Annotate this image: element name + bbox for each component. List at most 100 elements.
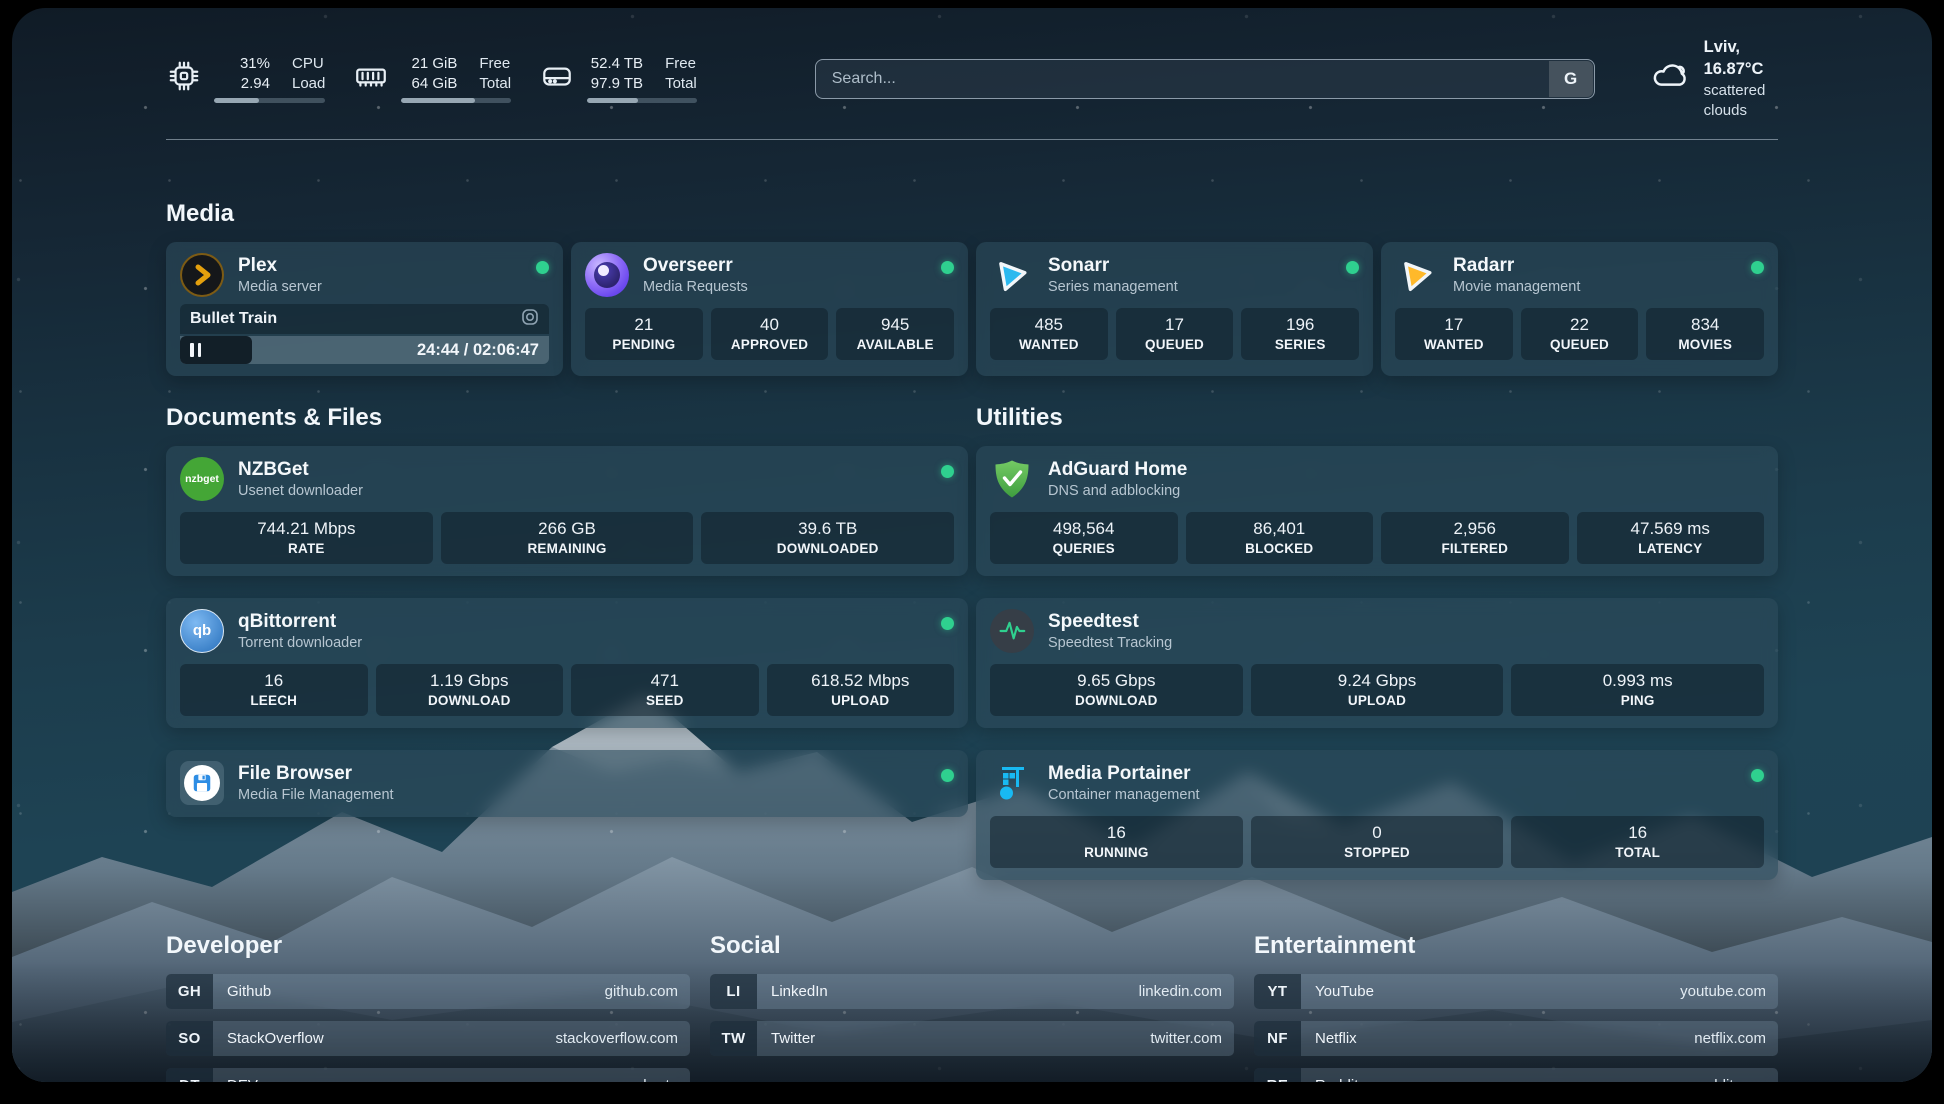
app-subtitle: Movie management bbox=[1453, 278, 1580, 296]
section-title-documents: Documents & Files bbox=[166, 404, 968, 432]
app-subtitle: Container management bbox=[1048, 786, 1200, 804]
app-subtitle: DNS and adblocking bbox=[1048, 482, 1187, 500]
section-title-entertainment: Entertainment bbox=[1254, 932, 1778, 960]
link-stackoverflow[interactable]: SO StackOverflow stackoverflow.com bbox=[166, 1021, 690, 1056]
stat-box: 9.65 GbpsDOWNLOAD bbox=[990, 664, 1243, 716]
disk-progress-bar bbox=[587, 98, 697, 103]
cpu-icon bbox=[166, 58, 202, 99]
link-badge: TW bbox=[710, 1021, 757, 1056]
app-card-plex[interactable]: Plex Media server Bullet Train bbox=[166, 242, 563, 376]
ram-progress-bar bbox=[401, 98, 511, 103]
app-card-overseerr[interactable]: Overseerr Media Requests 21PENDING 40APP… bbox=[571, 242, 968, 376]
search-bar: G bbox=[815, 59, 1595, 99]
weather-condition: scattered clouds bbox=[1704, 81, 1778, 122]
app-subtitle: Speedtest Tracking bbox=[1048, 634, 1172, 652]
link-youtube[interactable]: YT YouTube youtube.com bbox=[1254, 974, 1778, 1009]
playback-time: 24:44 / 02:06:47 bbox=[417, 336, 539, 364]
link-badge: GH bbox=[166, 974, 213, 1009]
link-reddit[interactable]: RE Reddit reddit.com bbox=[1254, 1068, 1778, 1082]
stat-box: 498,564QUERIES bbox=[990, 512, 1178, 564]
now-playing-row: Bullet Train bbox=[180, 304, 549, 334]
speedtest-icon bbox=[990, 609, 1034, 653]
link-linkedin[interactable]: LI LinkedIn linkedin.com bbox=[710, 974, 1234, 1009]
link-netflix[interactable]: NF Netflix netflix.com bbox=[1254, 1021, 1778, 1056]
app-card-sonarr[interactable]: Sonarr Series management 485WANTED 17QUE… bbox=[976, 242, 1373, 376]
stat-box: 17WANTED bbox=[1395, 308, 1513, 360]
cpu-metric: 31% 2.94 CPU Load bbox=[166, 54, 325, 103]
ram-total-value: 64 GiB bbox=[401, 74, 457, 94]
section-title-utilities: Utilities bbox=[976, 404, 1778, 432]
dashboard-window: 31% 2.94 CPU Load bbox=[12, 8, 1932, 1082]
playback-progress-bar: 24:44 / 02:06:47 bbox=[180, 336, 549, 364]
app-subtitle: Media File Management bbox=[238, 786, 394, 804]
link-badge: NF bbox=[1254, 1021, 1301, 1056]
cloud-icon bbox=[1649, 55, 1691, 102]
cpu-progress-bar bbox=[214, 98, 325, 103]
stat-box: 471SEED bbox=[571, 664, 759, 716]
app-card-portainer[interactable]: Media Portainer Container management 16R… bbox=[976, 750, 1778, 880]
app-card-speedtest[interactable]: Speedtest Speedtest Tracking 9.65 GbpsDO… bbox=[976, 598, 1778, 728]
stat-box: 266 GBREMAINING bbox=[441, 512, 694, 564]
app-name: Radarr bbox=[1453, 254, 1580, 278]
stat-box: 0STOPPED bbox=[1251, 816, 1504, 868]
stat-box: 196SERIES bbox=[1241, 308, 1359, 360]
plex-icon bbox=[180, 253, 224, 297]
app-name: Plex bbox=[238, 254, 322, 278]
stat-box: 834MOVIES bbox=[1646, 308, 1764, 360]
app-name: Overseerr bbox=[643, 254, 748, 278]
app-card-qbittorrent[interactable]: qb qBittorrent Torrent downloader 16LEEC… bbox=[166, 598, 968, 728]
link-github[interactable]: GH Github github.com bbox=[166, 974, 690, 1009]
stat-box: 86,401BLOCKED bbox=[1186, 512, 1374, 564]
pause-button[interactable] bbox=[190, 343, 204, 357]
stat-box: 21PENDING bbox=[585, 308, 703, 360]
disk-metric: 52.4 TB 97.9 TB Free Total bbox=[539, 54, 697, 103]
search-engine-button[interactable]: G bbox=[1549, 61, 1593, 97]
app-name: NZBGet bbox=[238, 458, 363, 482]
section-title-developer: Developer bbox=[166, 932, 690, 960]
nzbget-icon: nzbget bbox=[180, 457, 224, 501]
cpu-load-value: 2.94 bbox=[214, 74, 270, 94]
section-title-media: Media bbox=[166, 200, 1778, 228]
app-subtitle: Series management bbox=[1048, 278, 1178, 296]
ram-free-value: 21 GiB bbox=[401, 54, 457, 74]
status-online-dot bbox=[536, 261, 549, 274]
link-badge: YT bbox=[1254, 974, 1301, 1009]
weather-widget: Lviv, 16.87°C scattered clouds bbox=[1649, 36, 1778, 121]
portainer-icon bbox=[990, 761, 1034, 805]
sonarr-icon bbox=[990, 253, 1034, 297]
section-title-social: Social bbox=[710, 932, 1234, 960]
header-divider bbox=[166, 139, 1778, 140]
stat-box: 16LEECH bbox=[180, 664, 368, 716]
system-metrics: 31% 2.94 CPU Load bbox=[166, 54, 697, 103]
app-card-adguard[interactable]: AdGuard Home DNS and adblocking 498,564Q… bbox=[976, 446, 1778, 576]
app-card-radarr[interactable]: Radarr Movie management 17WANTED 22QUEUE… bbox=[1381, 242, 1778, 376]
app-subtitle: Media Requests bbox=[643, 278, 748, 296]
link-badge: LI bbox=[710, 974, 757, 1009]
app-name: qBittorrent bbox=[238, 610, 362, 634]
adguard-icon bbox=[990, 457, 1034, 501]
app-name: File Browser bbox=[238, 762, 394, 786]
qbittorrent-icon: qb bbox=[180, 609, 224, 653]
weather-location-temp: Lviv, 16.87°C bbox=[1704, 36, 1778, 81]
stat-box: 0.993 msPING bbox=[1511, 664, 1764, 716]
overseerr-icon bbox=[585, 253, 629, 297]
app-card-nzbget[interactable]: nzbget NZBGet Usenet downloader 744.21 M… bbox=[166, 446, 968, 576]
stat-box: 16RUNNING bbox=[990, 816, 1243, 868]
link-twitter[interactable]: TW Twitter twitter.com bbox=[710, 1021, 1234, 1056]
app-name: Speedtest bbox=[1048, 610, 1172, 634]
disk-free-value: 52.4 TB bbox=[587, 54, 643, 74]
ram-label-top: Free bbox=[479, 54, 511, 74]
disk-label-top: Free bbox=[665, 54, 697, 74]
stat-box: 17QUEUED bbox=[1116, 308, 1234, 360]
link-dev[interactable]: DT DEV dev.to bbox=[166, 1068, 690, 1082]
stat-box: 22QUEUED bbox=[1521, 308, 1639, 360]
app-card-filebrowser[interactable]: File Browser Media File Management bbox=[166, 750, 968, 817]
search-input[interactable] bbox=[815, 59, 1595, 99]
stat-box: 16TOTAL bbox=[1511, 816, 1764, 868]
stat-box: 2,956FILTERED bbox=[1381, 512, 1569, 564]
stat-box: 47.569 msLATENCY bbox=[1577, 512, 1765, 564]
now-playing-title: Bullet Train bbox=[190, 310, 513, 328]
app-name: Media Portainer bbox=[1048, 762, 1200, 786]
stat-box: 39.6 TBDOWNLOADED bbox=[701, 512, 954, 564]
media-type-icon bbox=[521, 308, 539, 331]
